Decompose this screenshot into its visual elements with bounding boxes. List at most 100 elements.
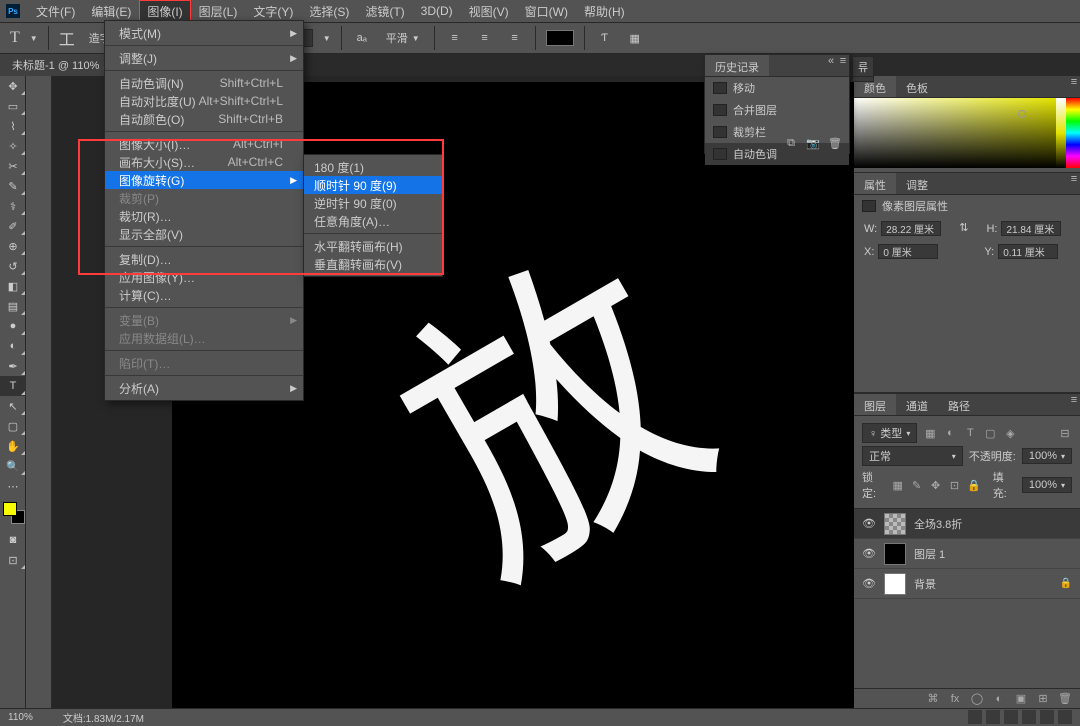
align-left-icon[interactable]: ≡: [445, 28, 465, 48]
adj-layer-icon[interactable]: ◐: [992, 692, 1006, 706]
width-input[interactable]: [881, 221, 941, 236]
menu-裁切r[interactable]: 裁切(R)…: [105, 207, 303, 225]
filter-shape-icon[interactable]: ▢: [983, 426, 997, 440]
hue-strip[interactable]: [1066, 98, 1080, 168]
rotate-垂直翻转画布v[interactable]: 垂直翻转画布(V): [304, 255, 442, 273]
channels-tab[interactable]: 通道: [896, 394, 938, 415]
mask-icon[interactable]: ◯: [970, 692, 984, 706]
menu-画布大小s[interactable]: 画布大小(S)…Alt+Ctrl+C: [105, 153, 303, 171]
filter-pixel-icon[interactable]: ▦: [923, 426, 937, 440]
rotate-任意角度a[interactable]: 任意角度(A)…: [304, 212, 442, 230]
menu-复制d[interactable]: 复制(D)…: [105, 250, 303, 268]
eyedropper-tool[interactable]: ✎: [0, 176, 26, 196]
menu-显示全部v[interactable]: 显示全部(V): [105, 225, 303, 243]
paths-tab[interactable]: 路径: [938, 394, 980, 415]
menu-view[interactable]: 视图(V): [461, 0, 517, 23]
visibility-icon[interactable]: 👁: [862, 517, 876, 530]
gradient-tool[interactable]: ▤: [0, 296, 26, 316]
fx-icon[interactable]: fx: [948, 692, 962, 706]
menu-应用图像y[interactable]: 应用图像(Y)…: [105, 268, 303, 286]
rotate-水平翻转画布h[interactable]: 水平翻转画布(H): [304, 237, 442, 255]
layer-name[interactable]: 背景: [914, 576, 936, 592]
text-color-swatch[interactable]: [546, 30, 574, 46]
heal-tool[interactable]: ⚕: [0, 196, 26, 216]
color-field[interactable]: [854, 98, 1056, 168]
adjustments-tab[interactable]: 调整: [896, 173, 938, 194]
blend-mode-dropdown[interactable]: 正常▾: [862, 446, 963, 466]
type-tool[interactable]: T: [0, 376, 26, 396]
warp-text-icon[interactable]: Ƭ: [595, 28, 615, 48]
menu-自动对比度u[interactable]: 自动对比度(U)Alt+Shift+Ctrl+L: [105, 92, 303, 110]
si1[interactable]: [968, 710, 982, 724]
layer-row[interactable]: 👁背景🔒: [854, 569, 1080, 599]
filter-kind-dropdown[interactable]: ♀ 类型▾: [862, 423, 917, 443]
properties-tab[interactable]: 属性: [854, 173, 896, 194]
align-center-icon[interactable]: ≡: [475, 28, 495, 48]
tool-preset-arrow[interactable]: ▼: [30, 34, 38, 43]
lock-pos-icon[interactable]: ✥: [929, 478, 942, 492]
wand-tool[interactable]: ✧: [0, 136, 26, 156]
history-item[interactable]: 合并图层: [705, 99, 849, 121]
brightness-strip[interactable]: [1056, 98, 1066, 168]
screenmode-toggle[interactable]: ⊡: [0, 550, 26, 570]
align-right-icon[interactable]: ≡: [505, 28, 525, 48]
pen-tool[interactable]: ✒: [0, 356, 26, 376]
shape-tool[interactable]: ▢: [0, 416, 26, 436]
panel-menu-icon[interactable]: ≡: [1068, 76, 1080, 88]
layer-thumb[interactable]: [884, 513, 906, 535]
new-layer-icon[interactable]: ⊞: [1036, 692, 1050, 706]
color-swatches[interactable]: [0, 502, 26, 530]
trash-icon[interactable]: 🗑: [829, 137, 841, 149]
menu-help[interactable]: 帮助(H): [576, 0, 633, 23]
eraser-tool[interactable]: ◧: [0, 276, 26, 296]
layer-thumb[interactable]: [884, 573, 906, 595]
path-tool[interactable]: ↖: [0, 396, 26, 416]
y-input[interactable]: [998, 244, 1058, 259]
menu-filter[interactable]: 滤镜(T): [357, 0, 412, 23]
si3[interactable]: [1004, 710, 1018, 724]
layer-row[interactable]: 👁 全场3.8折: [854, 509, 1080, 539]
layer-name[interactable]: 图层 1: [914, 546, 945, 562]
marquee-tool[interactable]: ▭: [0, 96, 26, 116]
lock-paint-icon[interactable]: ✎: [910, 478, 923, 492]
zoom-tool[interactable]: 🔍: [0, 456, 26, 476]
menu-模式m[interactable]: 模式(M)▶: [105, 24, 303, 42]
panel-menu-icon[interactable]: ≡: [1068, 394, 1080, 406]
menu-分析a[interactable]: 分析(A)▶: [105, 379, 303, 397]
doc-info[interactable]: 文档:1.83M/2.17M: [63, 710, 144, 725]
blur-tool[interactable]: ●: [0, 316, 26, 336]
menu-自动色调n[interactable]: 自动色调(N)Shift+Ctrl+L: [105, 74, 303, 92]
filter-toggle-icon[interactable]: ⊟: [1058, 426, 1072, 440]
char-panel-icon[interactable]: ▦: [625, 28, 645, 48]
collapse-icon[interactable]: «: [825, 55, 837, 67]
menu-图像旋转g[interactable]: 图像旋转(G)▶: [105, 171, 303, 189]
filter-type-icon[interactable]: T: [963, 426, 977, 440]
filter-smart-icon[interactable]: ◈: [1003, 426, 1017, 440]
si5[interactable]: [1040, 710, 1054, 724]
swatches-tab[interactable]: 色板: [896, 76, 938, 97]
rotate-顺时针90度9[interactable]: 顺时针 90 度(9): [304, 176, 442, 194]
hand-tool[interactable]: ✋: [0, 436, 26, 456]
layer-name[interactable]: 全场3.8折: [914, 516, 962, 532]
fg-color[interactable]: [3, 502, 17, 516]
menu-3d[interactable]: 3D(D): [413, 1, 461, 21]
menu-调整j[interactable]: 调整(J)▶: [105, 49, 303, 67]
fill-input[interactable]: 100%▾: [1022, 477, 1072, 493]
x-input[interactable]: [878, 244, 938, 259]
quickmask-toggle[interactable]: ◙: [0, 530, 26, 550]
visibility-icon[interactable]: 👁: [862, 577, 876, 590]
panel-menu-icon[interactable]: ≡: [1068, 173, 1080, 185]
layer-thumb[interactable]: [884, 543, 906, 565]
si2[interactable]: [986, 710, 1000, 724]
crop-tool[interactable]: ✂: [0, 156, 26, 176]
tool-preset-icon[interactable]: T: [10, 29, 20, 47]
edit-toolbar[interactable]: ⋯: [0, 476, 26, 496]
orientation-icon[interactable]: 工: [59, 26, 75, 50]
filter-adjust-icon[interactable]: ◐: [943, 426, 957, 440]
menu-select[interactable]: 选择(S): [301, 0, 357, 23]
dodge-tool[interactable]: ◐: [0, 336, 26, 356]
group-icon[interactable]: ▣: [1014, 692, 1028, 706]
stamp-tool[interactable]: ⊕: [0, 236, 26, 256]
history-tab[interactable]: 历史记录: [705, 55, 769, 76]
lock-trans-icon[interactable]: ▦: [891, 478, 904, 492]
